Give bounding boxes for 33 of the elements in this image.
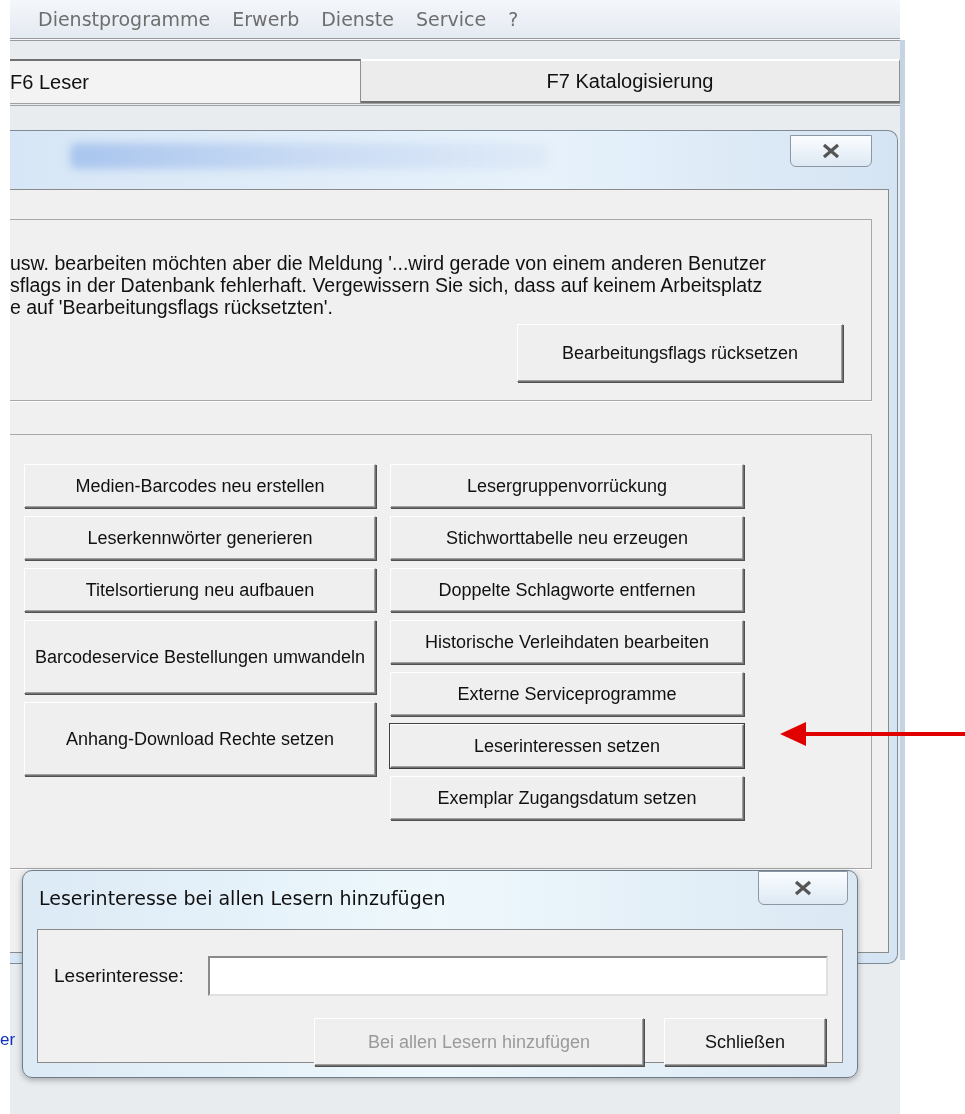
service-button[interactable]: Stichworttabelle neu erzeugen (390, 516, 744, 560)
service-button[interactable]: Titelsortierung neu aufbauen (24, 568, 376, 612)
link[interactable]: er (0, 1030, 16, 1050)
service-button[interactable]: Leserkennwörter generieren (24, 516, 376, 560)
service-button[interactable]: Exemplar Zugangsdatum setzen (390, 776, 744, 820)
service-button[interactable]: Doppelte Schlagworte entfernen (390, 568, 744, 612)
service-button[interactable]: Leserinteressen setzen (390, 724, 744, 768)
close-button[interactable] (758, 871, 848, 905)
service-button[interactable]: Barcodeservice Bestellungen umwandeln (24, 620, 376, 694)
message-text: e auf 'Bearbeitungsflags rücksetzten'. (10, 296, 334, 318)
menu-item[interactable]: ? (500, 8, 527, 30)
field-label: Leserinteresse: (54, 965, 184, 987)
service-button[interactable]: Historische Verleihdaten bearbeiten (390, 620, 744, 664)
tab[interactable]: F6 Leser (10, 59, 361, 103)
dialog-title: Leserinteresse bei allen Lesern hinzufügen (39, 887, 446, 909)
tab[interactable]: F7 Katalogisierung (361, 59, 900, 103)
arrow-icon (780, 720, 965, 748)
input-field[interactable] (207, 956, 828, 996)
reset-flags-button[interactable]: Bearbeitungsflags rücksetzen (517, 324, 843, 382)
menu-item[interactable]: Dienste (313, 8, 402, 30)
service-button[interactable]: Anhang-Download Rechte setzen (24, 702, 376, 776)
service-button[interactable]: Externe Serviceprogramme (390, 672, 744, 716)
menu-item[interactable]: Dienstprogramme (30, 8, 219, 30)
message-text: usw. bearbeiten möchten aber die Meldung '...wird gerade von einem anderen Benutzer (10, 252, 768, 274)
close-icon (793, 880, 813, 896)
close-button[interactable] (790, 135, 872, 167)
menu-item[interactable]: Erwerb (224, 8, 308, 30)
dialog-button[interactable]: Schließen (664, 1018, 826, 1066)
menu-item[interactable]: Service (407, 8, 495, 30)
message-text: sflags in der Datenbank fehlerhaft. Vergewissern Sie sich, dass auf keinem Arbeitsplatz (10, 274, 764, 296)
close-icon (821, 143, 841, 159)
service-button[interactable]: Medien-Barcodes neu erstellen (24, 464, 376, 508)
service-button[interactable]: Lesergruppenvorrückung (390, 464, 744, 508)
